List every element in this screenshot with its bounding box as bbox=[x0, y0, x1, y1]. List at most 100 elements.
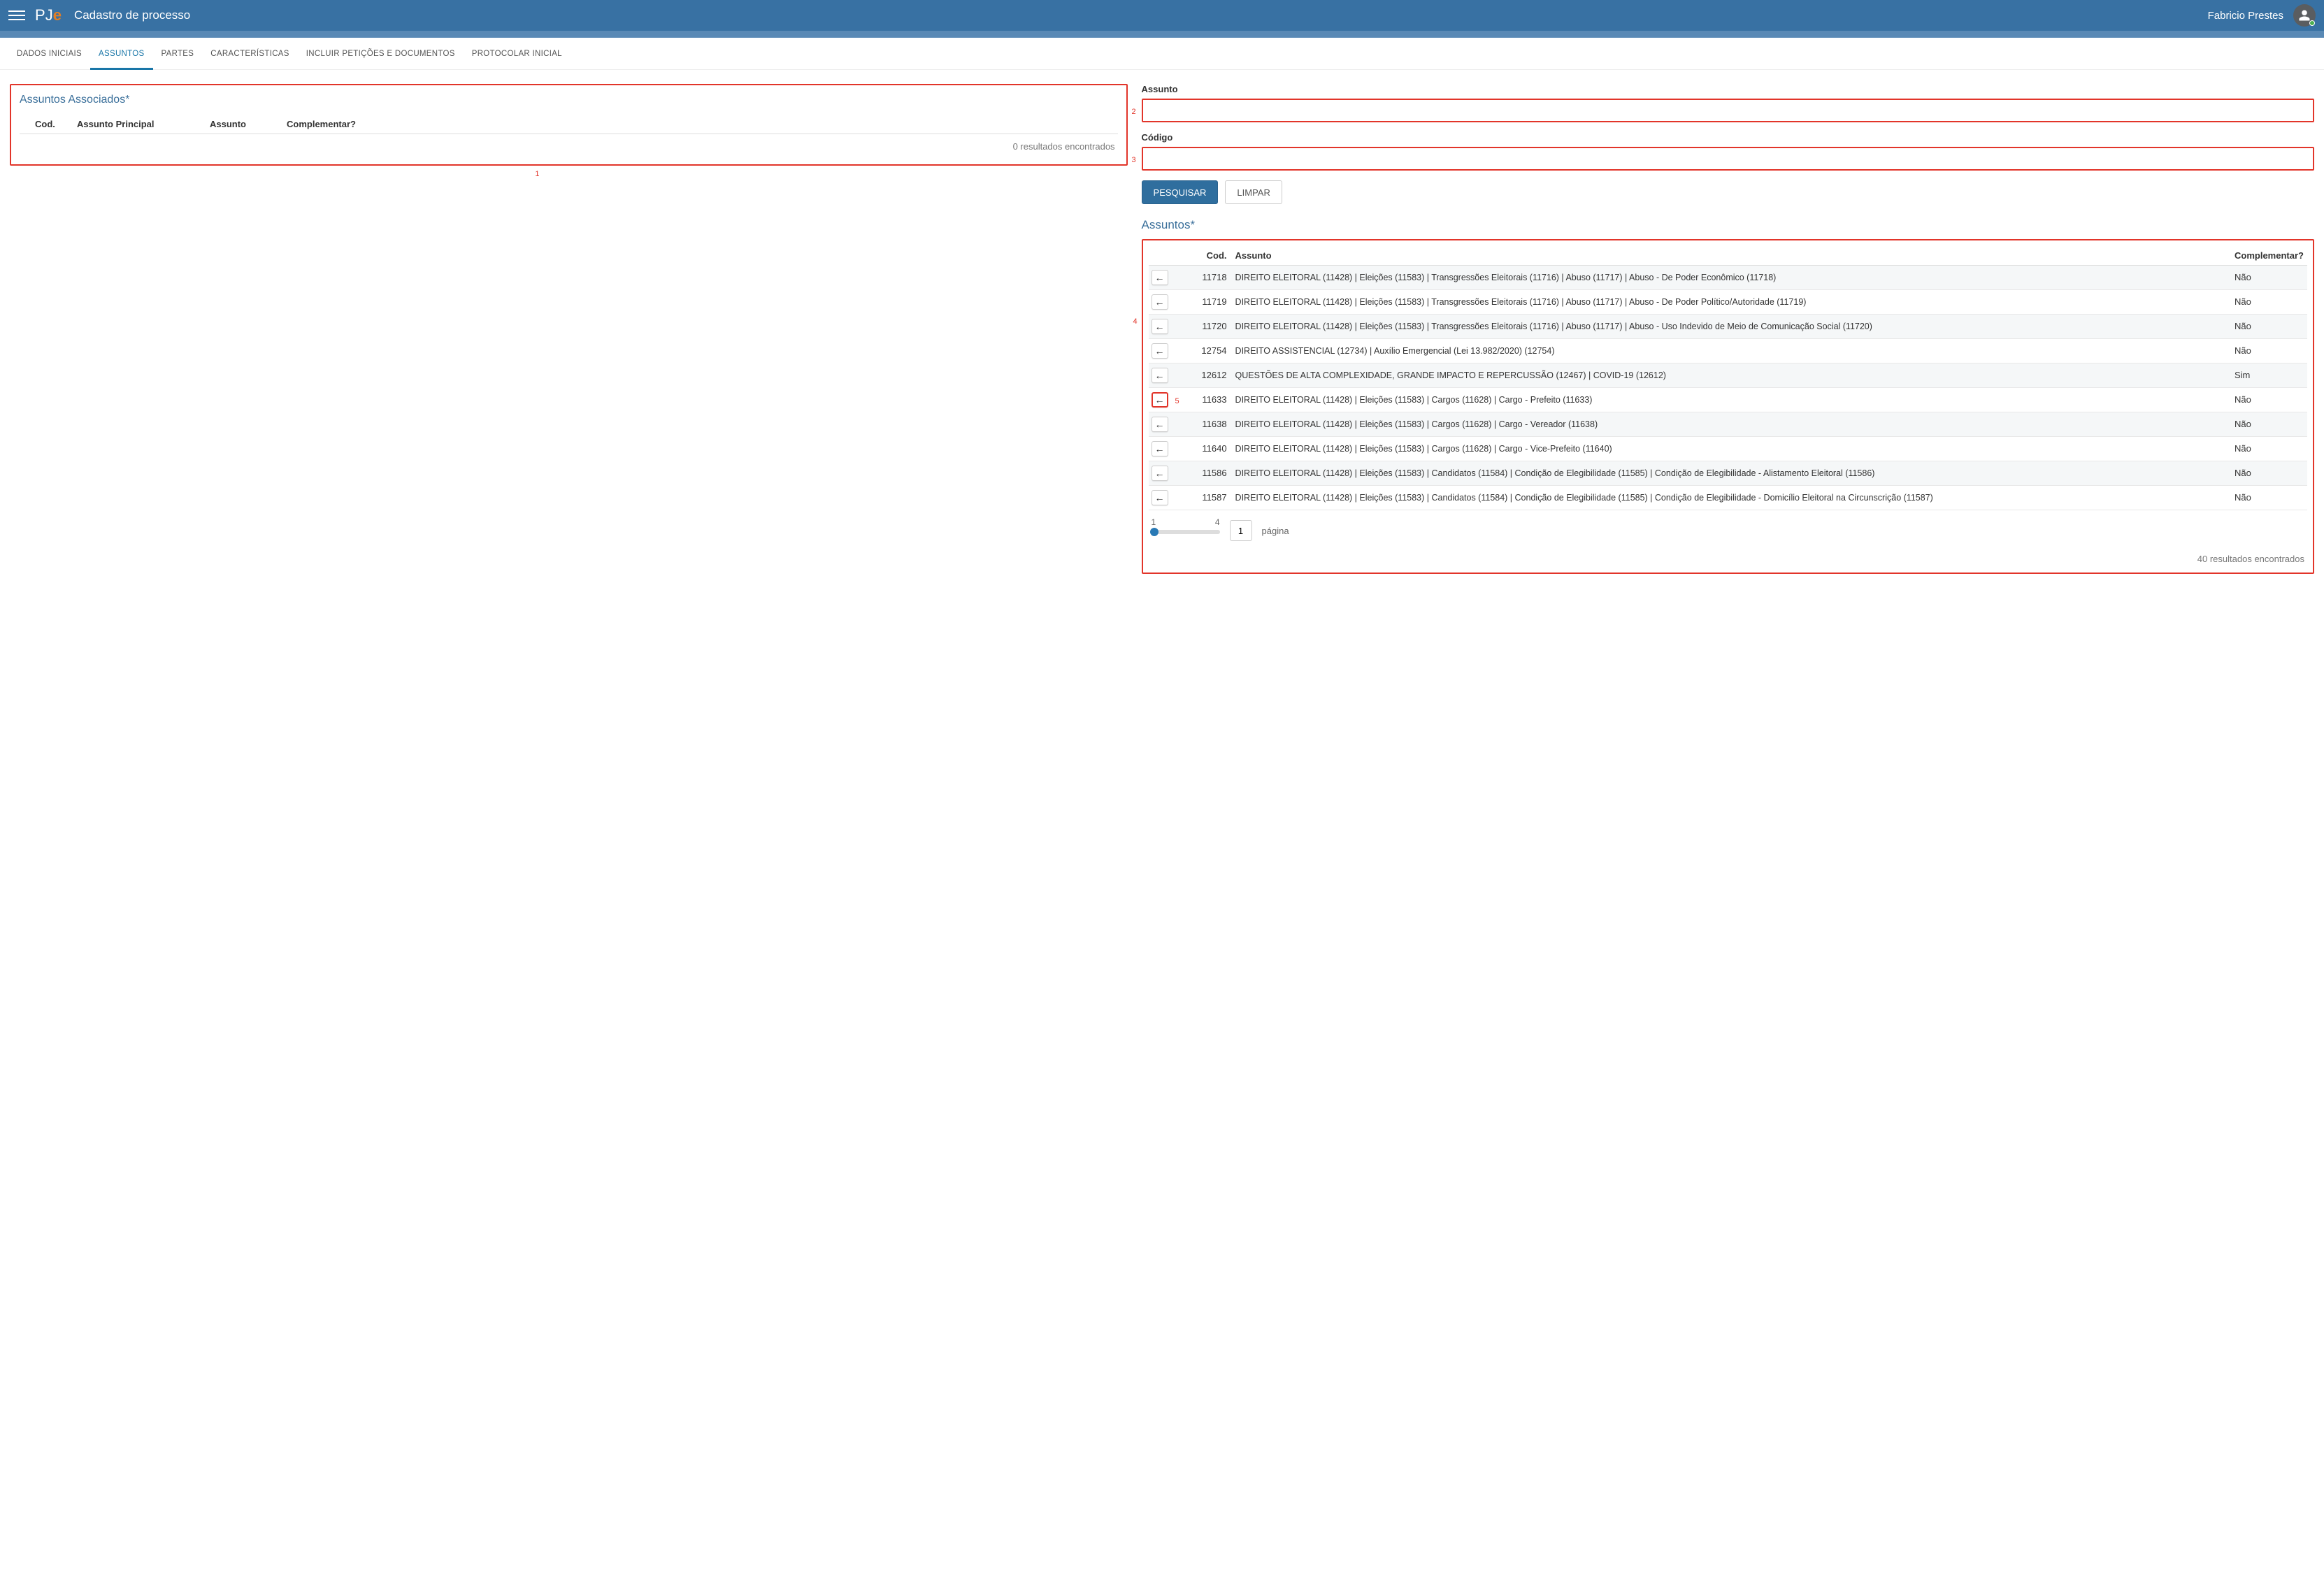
search-button[interactable]: PESQUISAR bbox=[1142, 180, 1219, 204]
col-cod: Cod. bbox=[35, 119, 77, 129]
table-row: ←11720DIREITO ELEITORAL (11428) | Eleiçõ… bbox=[1149, 315, 2307, 339]
cell-cod: 11720 bbox=[1193, 320, 1233, 333]
menu-hamburger-icon[interactable] bbox=[8, 7, 25, 24]
tab-protocolar-inicial[interactable]: PROTOCOLAR INICIAL bbox=[464, 38, 571, 70]
add-subject-button[interactable]: ← bbox=[1152, 270, 1168, 285]
col-complementar: Complementar? bbox=[287, 119, 1118, 129]
add-subject-button[interactable]: ← bbox=[1152, 441, 1168, 456]
col-cod: Cod. bbox=[1193, 250, 1233, 261]
assunto-group: Assunto 2 bbox=[1142, 84, 2314, 122]
associated-title: Assuntos Associados* bbox=[20, 94, 1118, 106]
table-row: ← 11719DIREITO ELEITORAL (11428) | Eleiçõ… bbox=[1149, 290, 2307, 315]
logo-p: P bbox=[35, 6, 45, 24]
table-row: ← 11640DIREITO ELEITORAL (11428) | Eleiçõ… bbox=[1149, 437, 2307, 461]
page-title: Cadastro de processo bbox=[74, 8, 190, 22]
col-complementar: Complementar? bbox=[2235, 250, 2304, 261]
col-assunto: Assunto bbox=[1233, 250, 2235, 261]
content-row: Assuntos Associados* Cod. Assunto Princi… bbox=[0, 70, 2324, 602]
associated-subjects-panel: Assuntos Associados* Cod. Assunto Princi… bbox=[10, 84, 1128, 166]
callout-2: 2 bbox=[1132, 108, 1136, 116]
cell-assunto: DIREITO ELEITORAL (11428) | Eleições (11… bbox=[1233, 394, 2235, 406]
status-dot-icon bbox=[2309, 20, 2315, 26]
table-row: ← 12754DIREITO ASSISTENCIAL (12734) | Aux… bbox=[1149, 339, 2307, 363]
cell-cod: 12612 bbox=[1193, 369, 1233, 382]
assunto-input[interactable] bbox=[1143, 100, 2313, 121]
user-name[interactable]: Fabricio Prestes bbox=[2208, 10, 2283, 22]
clear-button[interactable]: LIMPAR bbox=[1225, 180, 1282, 204]
codigo-group: Código 3 bbox=[1142, 132, 2314, 171]
cell-assunto: DIREITO ELEITORAL (11428) | Eleições (11… bbox=[1233, 296, 2235, 308]
codigo-label: Código bbox=[1142, 132, 2314, 143]
cell-cod: 12754 bbox=[1193, 345, 1233, 357]
add-subject-button[interactable]: ← bbox=[1152, 490, 1168, 505]
results-box: 4 Cod. Assunto Complementar? ←11718DIREI… bbox=[1142, 239, 2314, 574]
callout-5: 5 bbox=[1175, 397, 1179, 405]
tab-caracter-sticas[interactable]: CARACTERÍSTICAS bbox=[202, 38, 298, 70]
add-subject-button[interactable]: ← bbox=[1152, 319, 1168, 334]
add-subject-button[interactable]: ← bbox=[1152, 368, 1168, 383]
add-subject-button[interactable]: ← bbox=[1152, 343, 1168, 359]
user-icon bbox=[2298, 9, 2311, 22]
results-title: Assuntos* bbox=[1142, 218, 2314, 232]
table-row: ← 5 11633DIREITO ELEITORAL (11428) | Eleiç… bbox=[1149, 388, 2307, 412]
codigo-input[interactable] bbox=[1143, 148, 2313, 169]
cell-complementar: Não bbox=[2235, 442, 2304, 455]
col-assunto: Assunto bbox=[210, 119, 287, 129]
table-row: ← 11586DIREITO ELEITORAL (11428) | Eleiçõ… bbox=[1149, 461, 2307, 486]
tab-partes[interactable]: PARTES bbox=[153, 38, 203, 70]
button-row: PESQUISAR LIMPAR bbox=[1142, 180, 2314, 204]
cell-complementar: Não bbox=[2235, 394, 2304, 406]
add-subject-button[interactable]: ← bbox=[1152, 466, 1168, 481]
cell-complementar: Não bbox=[2235, 418, 2304, 431]
callout-3: 3 bbox=[1132, 156, 1136, 164]
cell-assunto: DIREITO ELEITORAL (11428) | Eleições (11… bbox=[1233, 468, 2235, 480]
tabs: DADOS INICIAISASSUNTOSPARTESCARACTERÍSTI… bbox=[0, 38, 2324, 70]
add-subject-button[interactable]: ← bbox=[1152, 392, 1168, 408]
page-input[interactable] bbox=[1230, 520, 1252, 541]
pager-slider[interactable]: 1 4 bbox=[1152, 527, 1220, 534]
cell-assunto: DIREITO ELEITORAL (11428) | Eleições (11… bbox=[1233, 492, 2235, 504]
cell-complementar: Não bbox=[2235, 320, 2304, 333]
cell-assunto: DIREITO ELEITORAL (11428) | Eleições (11… bbox=[1233, 443, 2235, 455]
avatar[interactable] bbox=[2293, 4, 2316, 27]
slider-thumb-icon[interactable] bbox=[1150, 528, 1159, 536]
page-label: página bbox=[1262, 526, 1289, 536]
table-row: ← 12612QUESTÕES DE ALTA COMPLEXIDADE, GRA… bbox=[1149, 363, 2307, 388]
table-row: ← 11587DIREITO ELEITORAL (11428) | Eleiçõ… bbox=[1149, 486, 2307, 510]
cell-complementar: Sim bbox=[2235, 369, 2304, 382]
left-panel: Assuntos Associados* Cod. Assunto Princi… bbox=[10, 84, 1128, 178]
add-subject-button[interactable]: ← bbox=[1152, 417, 1168, 432]
callout-1: 1 bbox=[535, 170, 1653, 178]
logo-e: e bbox=[53, 6, 62, 24]
cell-cod: 11633 bbox=[1193, 394, 1233, 406]
col-principal: Assunto Principal bbox=[77, 119, 210, 129]
associated-header-row: Cod. Assunto Principal Assunto Complemen… bbox=[20, 119, 1118, 134]
cell-complementar: Não bbox=[2235, 296, 2304, 308]
tab-assuntos[interactable]: ASSUNTOS bbox=[90, 38, 152, 70]
logo-j: J bbox=[45, 6, 53, 24]
tab-incluir-peti-es-e-documentos[interactable]: INCLUIR PETIÇÕES E DOCUMENTOS bbox=[298, 38, 464, 70]
sub-header-bar bbox=[0, 31, 2324, 38]
cell-complementar: Não bbox=[2235, 467, 2304, 480]
logo[interactable]: PJe bbox=[35, 6, 62, 24]
assunto-label: Assunto bbox=[1142, 84, 2314, 94]
cell-assunto: DIREITO ELEITORAL (11428) | Eleições (11… bbox=[1233, 272, 2235, 284]
cell-assunto: QUESTÕES DE ALTA COMPLEXIDADE, GRANDE IM… bbox=[1233, 370, 2235, 382]
cell-cod: 11718 bbox=[1193, 271, 1233, 284]
table-row: ←11638DIREITO ELEITORAL (11428) | Eleiçõ… bbox=[1149, 412, 2307, 437]
cell-cod: 11587 bbox=[1193, 491, 1233, 504]
tab-dados-iniciais[interactable]: DADOS INICIAIS bbox=[8, 38, 90, 70]
cell-cod: 11719 bbox=[1193, 296, 1233, 308]
cell-cod: 11586 bbox=[1193, 467, 1233, 480]
cell-assunto: DIREITO ASSISTENCIAL (12734) | Auxílio E… bbox=[1233, 345, 2235, 357]
table-row: ← 11718DIREITO ELEITORAL (11428) | Eleiçõ… bbox=[1149, 266, 2307, 290]
add-subject-button[interactable]: ← bbox=[1152, 294, 1168, 310]
cell-cod: 11640 bbox=[1193, 442, 1233, 455]
cell-complementar: Não bbox=[2235, 271, 2304, 284]
pager: 1 4 página bbox=[1149, 520, 2307, 541]
result-count: 40 resultados encontrados bbox=[1149, 554, 2307, 564]
cell-complementar: Não bbox=[2235, 345, 2304, 357]
right-panel: Assunto 2 Código 3 PESQUISAR LIMPAR Assu… bbox=[1142, 84, 2314, 574]
cell-complementar: Não bbox=[2235, 491, 2304, 504]
callout-4: 4 bbox=[1133, 317, 1138, 326]
